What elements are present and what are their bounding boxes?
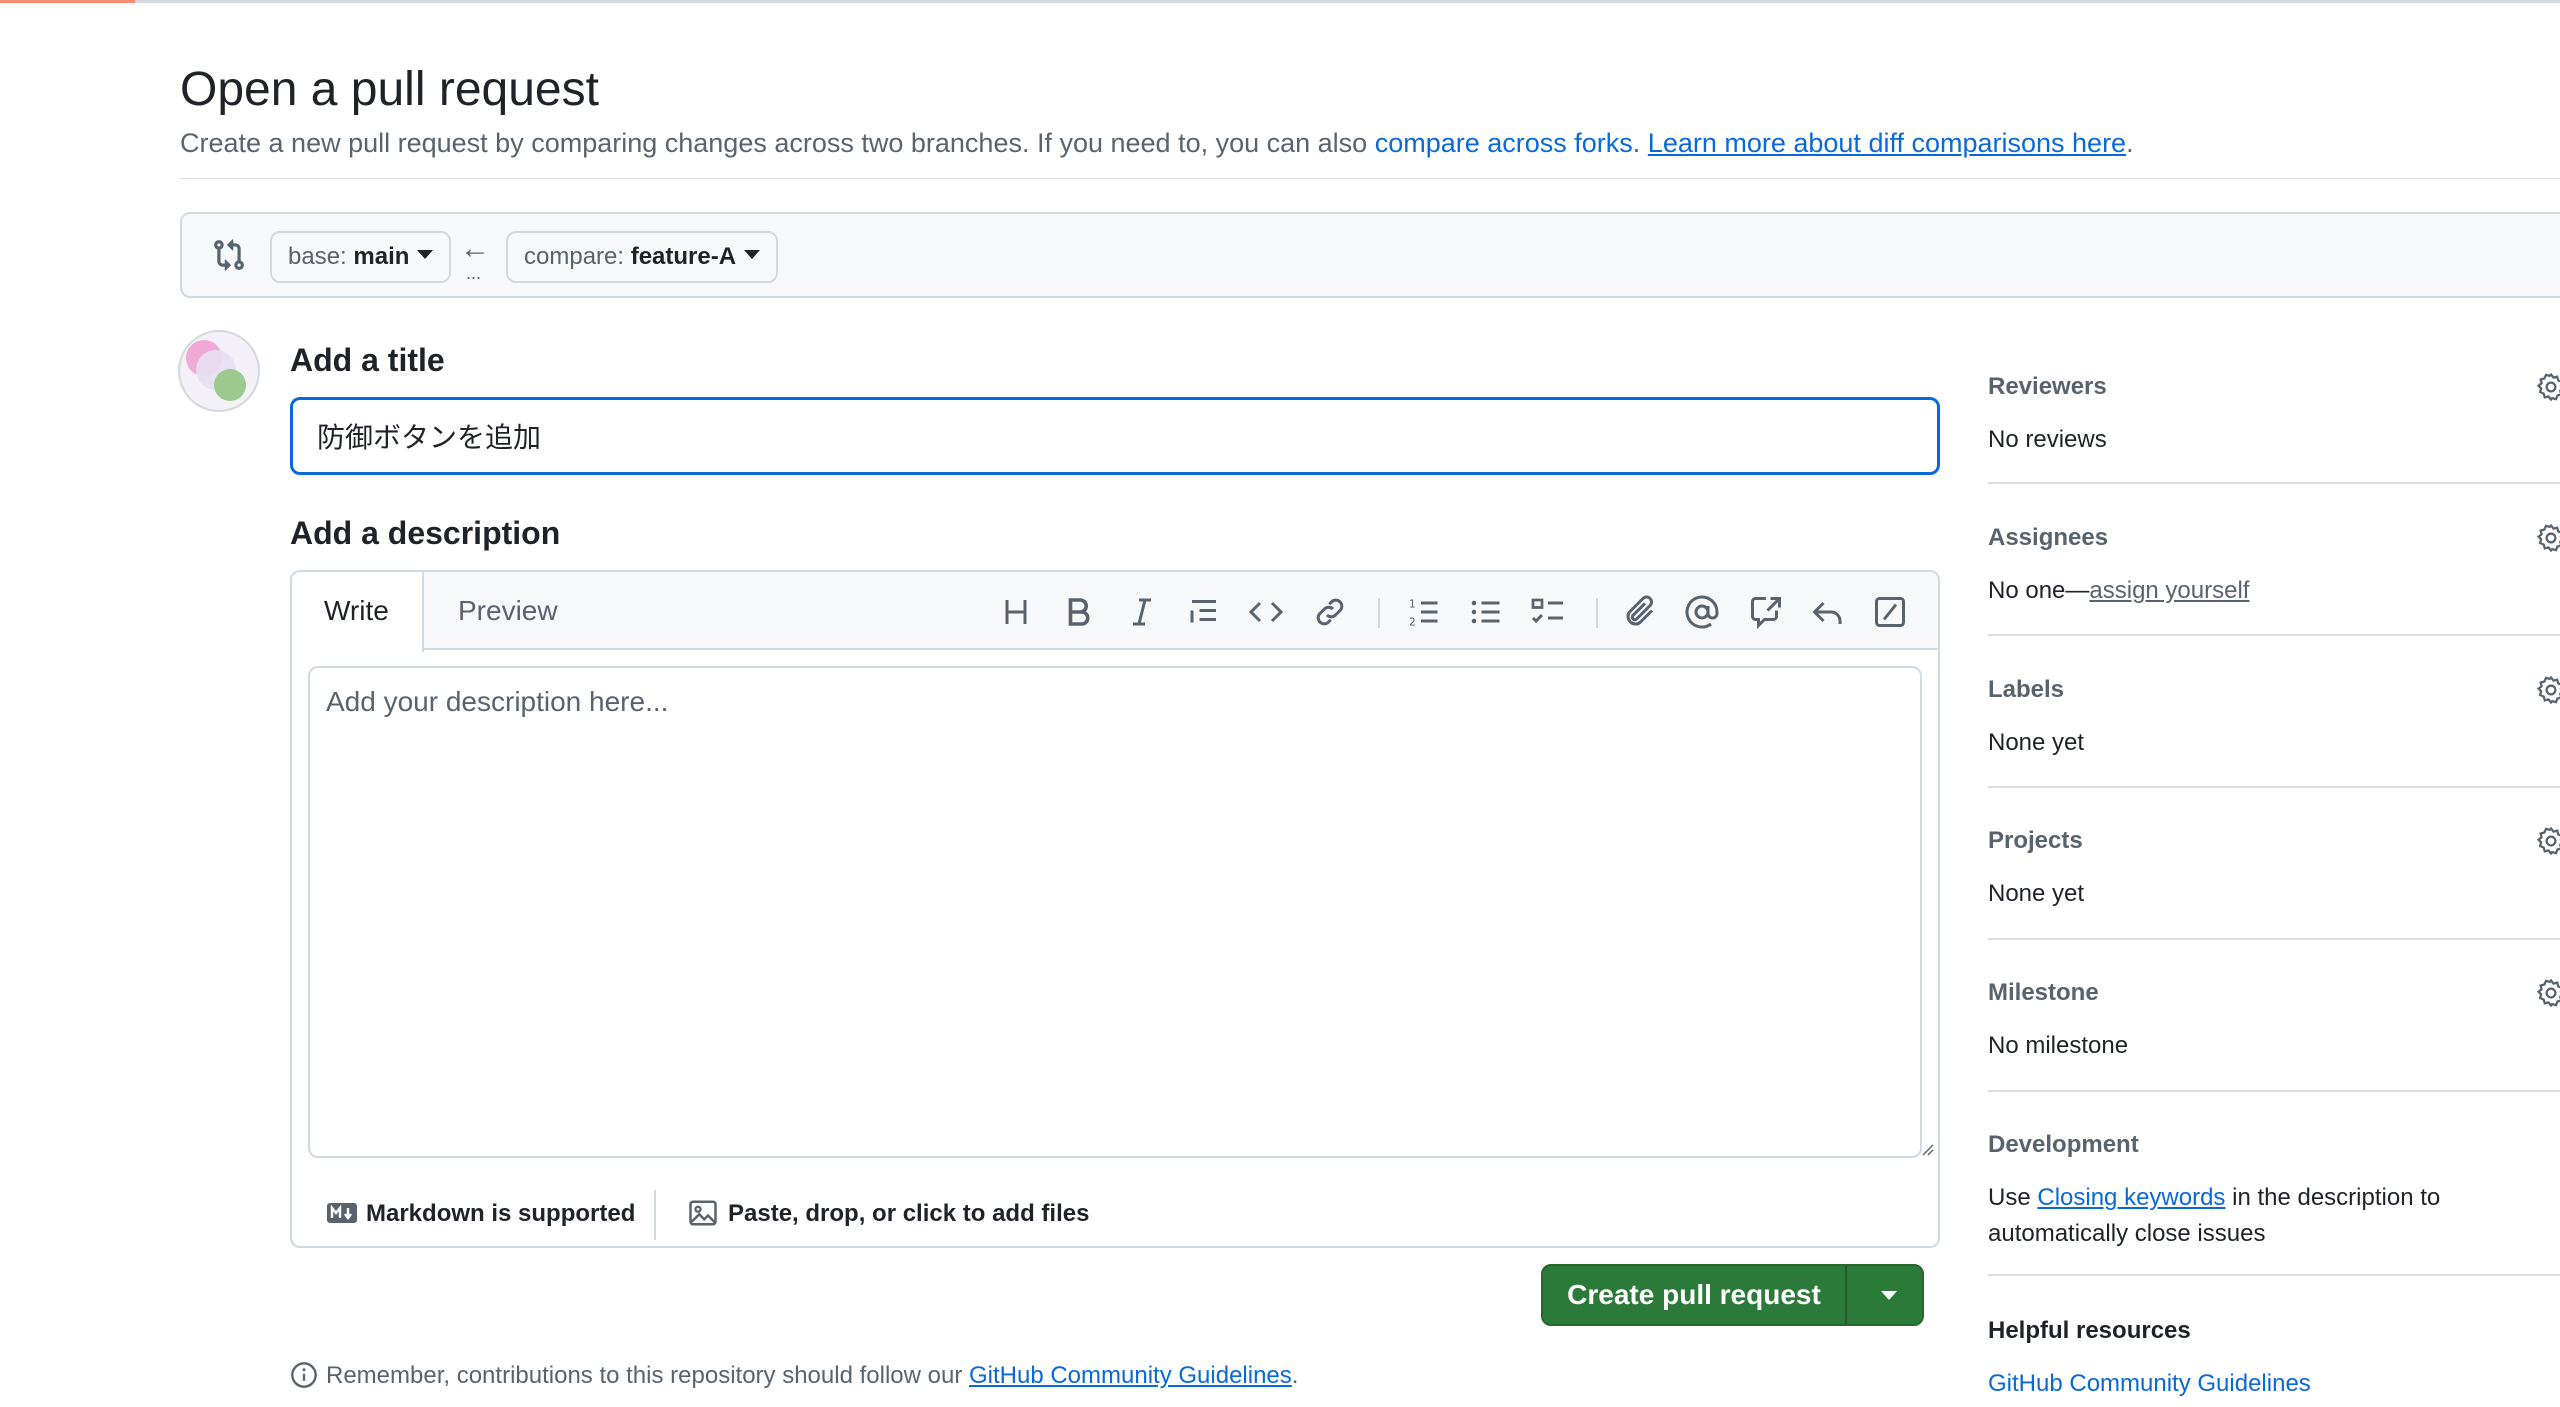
footer-separator	[654, 1190, 656, 1240]
base-branch-select[interactable]: base: main	[270, 231, 452, 283]
development-prefix: Use	[1988, 1184, 2038, 1211]
gear-icon[interactable]	[2536, 675, 2560, 705]
subtitle-end: .	[2126, 128, 2134, 158]
compare-prefix: compare:	[524, 243, 631, 270]
slash-commands-icon[interactable]	[1872, 594, 1908, 630]
saved-reply-icon[interactable]	[1810, 594, 1846, 630]
toolbar-separator	[1596, 598, 1598, 628]
range-dots: ...	[466, 263, 482, 283]
tab-preview[interactable]: Preview	[426, 572, 590, 650]
chevron-down-icon	[744, 250, 761, 260]
helpful-resources-value: GitHub Community Guidelines	[1988, 1366, 2311, 1402]
git-compare-icon	[212, 238, 246, 272]
editor-footer: Markdown is supported Paste, drop, or cl…	[292, 1178, 1938, 1246]
community-guidelines-link[interactable]: GitHub Community Guidelines	[969, 1362, 1292, 1389]
compare-branch-name: feature-A	[630, 243, 737, 270]
contribution-text: Remember, contributions to this reposito…	[326, 1362, 969, 1389]
gear-icon[interactable]	[2536, 826, 2560, 856]
compare-forks-link[interactable]: compare across forks.	[1375, 128, 1641, 158]
svg-text:1: 1	[1409, 599, 1416, 611]
markdown-note: Markdown is supported	[366, 1200, 636, 1227]
create-pull-request-button-group: Create pull request	[1541, 1264, 1924, 1326]
gear-icon[interactable]	[2536, 523, 2560, 553]
attach-icon[interactable]	[1622, 594, 1658, 630]
development-suffix: in the description to	[2225, 1184, 2441, 1211]
divider	[180, 178, 2560, 179]
labels-label: Labels	[1988, 676, 2065, 703]
info-icon	[290, 1361, 318, 1389]
page-title: Open a pull request	[180, 63, 599, 116]
editor-header: Write Preview 12	[292, 572, 1938, 652]
development-label: Development	[1988, 1131, 2139, 1158]
chevron-down-icon	[1881, 1291, 1897, 1300]
milestone-label: Milestone	[1988, 979, 2099, 1006]
resize-grip-icon[interactable]	[1920, 1142, 1934, 1156]
italic-icon[interactable]	[1124, 594, 1160, 630]
unordered-list-icon[interactable]	[1468, 594, 1504, 630]
sidebar-community-guidelines-link[interactable]: GitHub Community Guidelines	[1988, 1370, 2311, 1397]
title-label: Add a title	[290, 342, 445, 378]
contribution-end: .	[1291, 1362, 1299, 1389]
development-line2: automatically close issues	[1988, 1220, 2266, 1247]
add-files-button[interactable]: Paste, drop, or click to add files	[688, 1196, 1089, 1232]
avatar	[178, 330, 260, 412]
projects-label: Projects	[1988, 827, 2083, 854]
closing-keywords-link[interactable]: Closing keywords	[2037, 1184, 2225, 1211]
reviewers-label: Reviewers	[1988, 373, 2107, 400]
create-pull-request-button[interactable]: Create pull request	[1543, 1266, 1845, 1324]
labels-value: None yet	[1988, 729, 2085, 756]
projects-value: None yet	[1988, 880, 2085, 907]
base-prefix: base:	[288, 243, 354, 270]
markdown-supported-link[interactable]: Markdown is supported	[326, 1196, 635, 1232]
development-line1: Use Closing keywords in the description …	[1988, 1180, 2440, 1216]
sidebar-divider	[1988, 634, 2560, 636]
title-input[interactable]	[290, 397, 1940, 475]
files-note: Paste, drop, or click to add files	[728, 1200, 1090, 1227]
link-icon[interactable]	[1312, 594, 1348, 630]
assignees-label: Assignees	[1988, 524, 2109, 551]
markdown-icon	[327, 1202, 357, 1223]
sidebar-divider	[1988, 1090, 2560, 1092]
mention-icon[interactable]	[1684, 594, 1720, 630]
image-icon	[689, 1200, 717, 1226]
gear-icon[interactable]	[2536, 978, 2560, 1008]
reviewers-value: No reviews	[1988, 426, 2107, 453]
page-subtitle: Create a new pull request by comparing c…	[180, 125, 2134, 161]
svg-text:2: 2	[1409, 617, 1416, 629]
milestone-value: No milestone	[1988, 1032, 2129, 1059]
sidebar-divider	[1988, 1274, 2560, 1276]
assignees-prefix: No one—	[1988, 577, 2090, 604]
gear-icon[interactable]	[2536, 372, 2560, 402]
helpful-resources-label: Helpful resources	[1988, 1317, 2191, 1344]
description-label: Add a description	[290, 515, 561, 551]
create-options-dropdown[interactable]	[1847, 1266, 1922, 1324]
sidebar-divider	[1988, 786, 2560, 788]
bold-icon[interactable]	[1060, 594, 1096, 630]
assign-yourself-link[interactable]: assign yourself	[2089, 577, 2249, 604]
base-branch-name: main	[353, 243, 410, 270]
subtitle-text: Create a new pull request by comparing c…	[180, 128, 1375, 158]
active-tab-indicator	[0, 0, 135, 3]
description-textarea[interactable]	[308, 666, 1922, 1158]
description-editor: Write Preview 12 Add your description he…	[290, 570, 1940, 1248]
quote-icon[interactable]	[1186, 594, 1222, 630]
numbered-list-icon[interactable]: 12	[1406, 594, 1442, 630]
heading-icon[interactable]	[998, 594, 1034, 630]
top-border	[0, 0, 2560, 3]
sidebar-divider	[1988, 938, 2560, 940]
contribution-note: Remember, contributions to this reposito…	[290, 1358, 1298, 1394]
tab-write[interactable]: Write	[292, 572, 424, 652]
sidebar-divider	[1988, 482, 2560, 484]
toolbar-separator	[1378, 598, 1380, 628]
code-icon[interactable]	[1248, 594, 1284, 630]
compare-branch-select[interactable]: compare: feature-A	[506, 231, 779, 283]
learn-more-link[interactable]: Learn more about diff comparisons here	[1648, 128, 2126, 158]
task-list-icon[interactable]	[1530, 594, 1566, 630]
cross-reference-icon[interactable]	[1748, 594, 1784, 630]
branch-range-editor: base: main ← ... compare: feature-A	[180, 212, 2560, 298]
arrow-left-icon: ←	[460, 232, 490, 265]
chevron-down-icon	[417, 250, 434, 260]
assignees-value: No one—assign yourself	[1988, 573, 2249, 609]
